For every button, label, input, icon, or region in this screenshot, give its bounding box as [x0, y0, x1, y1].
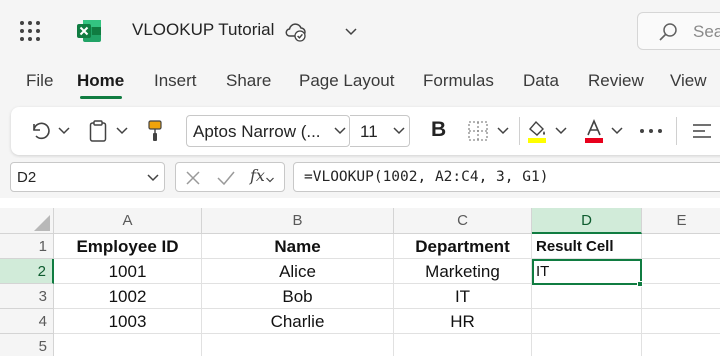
- tab-page-layout[interactable]: Page Layout: [299, 71, 394, 91]
- tab-share[interactable]: Share: [226, 71, 271, 91]
- menu-bar: File Home Insert Share Page Layout Formu…: [0, 62, 720, 102]
- cell-b3[interactable]: Bob: [202, 284, 394, 309]
- font-name-value: Aptos Narrow (...: [193, 122, 321, 141]
- name-box-chevron-icon[interactable]: [146, 172, 160, 184]
- fill-color-icon[interactable]: [526, 118, 548, 144]
- ribbon-divider: [676, 117, 677, 145]
- row-header-5[interactable]: 5: [0, 334, 54, 356]
- cell-a4[interactable]: 1003: [54, 309, 202, 334]
- search-placeholder: Sea: [693, 22, 720, 41]
- cell-d4[interactable]: [532, 309, 642, 334]
- cell-b2[interactable]: Alice: [202, 259, 394, 284]
- cell-b4[interactable]: Charlie: [202, 309, 394, 334]
- select-all-corner[interactable]: [0, 208, 54, 234]
- formula-input[interactable]: =VLOOKUP(1002, A2:C4, 3, G1): [293, 162, 720, 192]
- formula-actions: fx: [175, 162, 285, 192]
- tab-review[interactable]: Review: [588, 71, 644, 91]
- cell-c5[interactable]: [394, 334, 532, 356]
- align-icon[interactable]: [691, 120, 713, 142]
- font-name-chevron-icon[interactable]: [333, 125, 347, 137]
- waffle-icon[interactable]: [19, 20, 41, 42]
- cell-e1[interactable]: [642, 234, 720, 259]
- cell-b5[interactable]: [202, 334, 394, 356]
- row-header-2[interactable]: 2: [0, 259, 54, 284]
- cell-e4[interactable]: [642, 309, 720, 334]
- font-size-chevron-icon[interactable]: [392, 125, 406, 137]
- name-box-value: D2: [17, 169, 37, 186]
- more-icon[interactable]: [639, 127, 663, 135]
- cell-d5[interactable]: [532, 334, 642, 356]
- formula-text: =VLOOKUP(1002, A2:C4, 3, G1): [304, 169, 549, 185]
- cell-a5[interactable]: [54, 334, 202, 356]
- tab-formulas[interactable]: Formulas: [423, 71, 494, 91]
- search-icon: [659, 23, 677, 41]
- column-header-d[interactable]: D: [532, 208, 642, 234]
- tab-insert[interactable]: Insert: [154, 71, 197, 91]
- cell-c3[interactable]: IT: [394, 284, 532, 309]
- cell-a1[interactable]: Employee ID: [54, 234, 202, 259]
- excel-logo-icon[interactable]: [76, 19, 102, 43]
- fx-chevron-icon[interactable]: [265, 176, 275, 184]
- cell-d3[interactable]: [532, 284, 642, 309]
- cell-e3[interactable]: [642, 284, 720, 309]
- cell-d2[interactable]: IT: [532, 259, 642, 284]
- borders-chevron-icon[interactable]: [496, 125, 510, 137]
- tab-data[interactable]: Data: [523, 71, 559, 91]
- column-header-a[interactable]: A: [54, 208, 202, 234]
- column-header-c[interactable]: C: [394, 208, 532, 234]
- formula-bar: D2 fx =VLOOKUP(1002, A2:C4, 3, G1): [0, 158, 720, 198]
- cell-d1[interactable]: Result Cell: [532, 234, 642, 259]
- cell-a2[interactable]: 1001: [54, 259, 202, 284]
- cell-e2[interactable]: [642, 259, 720, 284]
- cell-b1[interactable]: Name: [202, 234, 394, 259]
- cell-c4[interactable]: HR: [394, 309, 532, 334]
- title-bar: VLOOKUP Tutorial Sea: [0, 0, 720, 62]
- borders-icon[interactable]: [467, 120, 489, 142]
- ribbon-toolbar: Aptos Narrow (... 11 B: [11, 107, 720, 155]
- active-tab-indicator: [80, 96, 122, 99]
- spreadsheet-grid: A B C D E 1 2 3 4 5 Employee ID Name Dep…: [0, 208, 720, 356]
- select-all-icon: [34, 215, 50, 231]
- document-title[interactable]: VLOOKUP Tutorial: [132, 20, 274, 40]
- cancel-icon[interactable]: [184, 169, 202, 187]
- cloud-saved-icon[interactable]: [284, 20, 308, 42]
- tab-view[interactable]: View: [670, 71, 707, 91]
- search-box[interactable]: Sea: [637, 12, 720, 50]
- cell-a3[interactable]: 1002: [54, 284, 202, 309]
- enter-icon[interactable]: [216, 169, 236, 187]
- name-box[interactable]: D2: [10, 162, 165, 192]
- row-header-4[interactable]: 4: [0, 309, 54, 334]
- tab-file[interactable]: File: [26, 71, 53, 91]
- ribbon-divider: [519, 117, 520, 145]
- row-header-1[interactable]: 1: [0, 234, 54, 259]
- font-name-dropdown[interactable]: Aptos Narrow (...: [186, 115, 350, 147]
- chevron-down-icon[interactable]: [343, 24, 359, 38]
- column-header-b[interactable]: B: [202, 208, 394, 234]
- undo-icon[interactable]: [29, 120, 51, 142]
- row-header-3[interactable]: 3: [0, 284, 54, 309]
- font-color-icon[interactable]: [583, 118, 605, 144]
- clipboard-chevron-icon[interactable]: [115, 125, 129, 137]
- font-size-value: 11: [360, 122, 378, 141]
- format-painter-icon[interactable]: [146, 119, 164, 143]
- fill-color-chevron-icon[interactable]: [554, 125, 568, 137]
- cell-e5[interactable]: [642, 334, 720, 356]
- fx-icon[interactable]: fx: [250, 166, 265, 185]
- clipboard-icon[interactable]: [88, 119, 108, 143]
- bold-button[interactable]: B: [431, 118, 446, 142]
- fill-handle[interactable]: [637, 281, 643, 287]
- cell-c1[interactable]: Department: [394, 234, 532, 259]
- column-header-e[interactable]: E: [642, 208, 720, 234]
- cell-c2[interactable]: Marketing: [394, 259, 532, 284]
- undo-chevron-icon[interactable]: [57, 125, 71, 137]
- tab-home[interactable]: Home: [77, 71, 124, 91]
- font-color-chevron-icon[interactable]: [610, 125, 624, 137]
